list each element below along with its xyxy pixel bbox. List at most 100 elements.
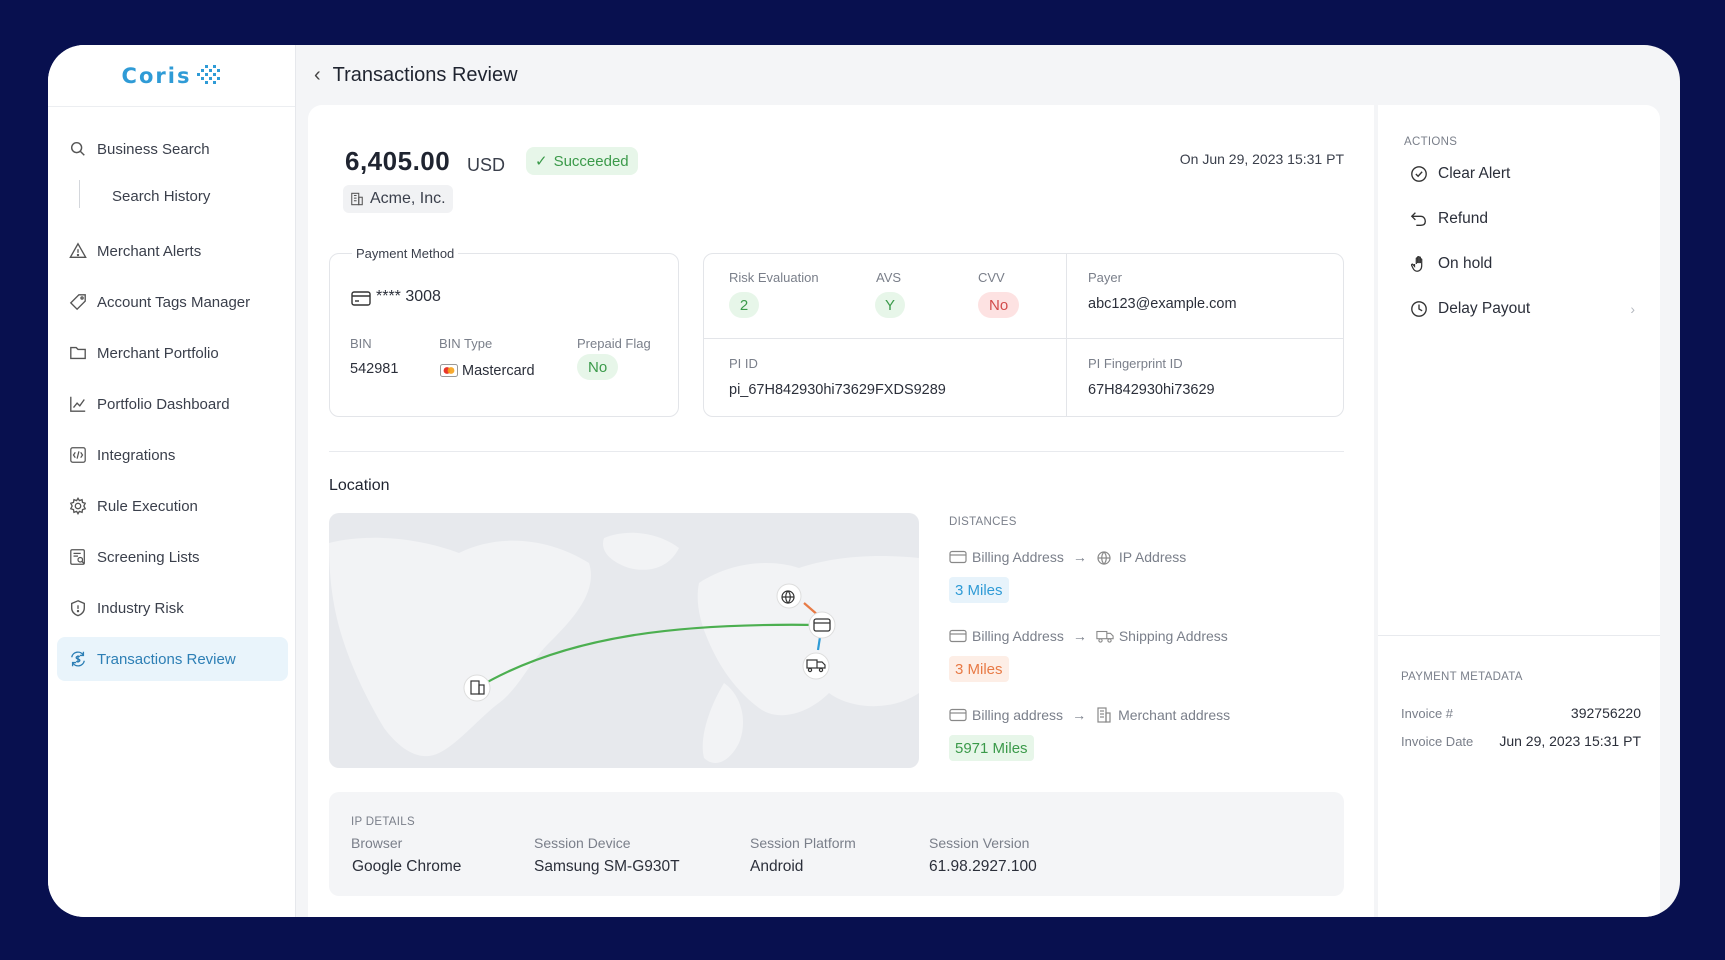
tag-icon: [69, 293, 87, 311]
session-device-value: Samsung SM-G930T: [534, 858, 680, 875]
pi-fingerprint-label: PI Fingerprint ID: [1088, 356, 1183, 371]
pi-fingerprint-value: 67H842930hi73629: [1088, 382, 1215, 398]
distances-heading: DISTANCES: [949, 516, 1017, 528]
sidebar-item-label: Merchant Portfolio: [97, 344, 219, 362]
company-chip[interactable]: Acme, Inc.: [343, 185, 453, 213]
top-bar: ‹ Transactions Review: [296, 45, 1680, 105]
pi-id-label: PI ID: [729, 356, 758, 371]
distance-from: Billing address: [972, 707, 1064, 723]
action-label: On hold: [1438, 255, 1493, 272]
sidebar-item-label: Industry Risk: [97, 599, 184, 617]
distance-to: Merchant address: [1118, 707, 1231, 723]
sidebar-item-search-history[interactable]: Search History: [57, 178, 288, 215]
bin-label: BIN: [350, 336, 372, 351]
sidebar-item-label: Transactions Review: [97, 650, 236, 668]
distance-miles-shipping: 3 Miles: [949, 656, 1009, 682]
refund-button[interactable]: Refund: [1410, 210, 1635, 228]
divider: [329, 451, 1344, 452]
undo-icon: [1410, 212, 1426, 226]
truck-icon: [1096, 630, 1114, 643]
sidebar-nav: Business Search Search History Merchant …: [48, 127, 296, 688]
divider: [1066, 254, 1067, 416]
chevron-right-icon: ›: [1630, 301, 1635, 317]
sidebar-item-account-tags-manager[interactable]: Account Tags Manager: [57, 280, 288, 324]
session-version-value: 61.98.2927.100: [929, 858, 1037, 875]
session-platform-label: Session Platform: [750, 835, 856, 851]
payment-metadata-heading: PAYMENT METADATA: [1401, 671, 1523, 683]
risk-details-card: Risk Evaluation 2 AVS Y CVV No Payer abc…: [703, 253, 1344, 417]
distance-from: Billing Address: [972, 628, 1064, 644]
distance-row-ip: Billing Address → IP Address: [949, 549, 1186, 565]
sidebar-item-label: Integrations: [97, 446, 176, 464]
avs-label: AVS: [876, 270, 902, 285]
page-title: Transactions Review: [332, 63, 518, 86]
ip-details-heading: IP DETAILS: [351, 816, 415, 828]
chevron-left-icon[interactable]: ‹: [314, 64, 321, 87]
sidebar-item-transactions-review[interactable]: Transactions Review: [57, 637, 288, 681]
sidebar-item-label: Business Search: [97, 140, 210, 158]
sidebar-item-merchant-alerts[interactable]: Merchant Alerts: [57, 229, 288, 273]
action-label: Delay Payout: [1438, 300, 1531, 317]
sidebar-item-label: Search History: [112, 188, 211, 205]
payment-method-title: Payment Method: [352, 246, 459, 261]
distance-to: Shipping Address: [1118, 628, 1228, 644]
folder-icon: [69, 344, 87, 362]
distance-miles-merchant: 5971 Miles: [949, 735, 1034, 761]
location-map[interactable]: [329, 513, 919, 768]
browser-value: Google Chrome: [352, 858, 462, 875]
code-icon: [69, 446, 87, 464]
invoice-number-value: 392756220: [1570, 705, 1641, 721]
sidebar-item-business-search[interactable]: Business Search: [57, 127, 288, 171]
delay-payout-button[interactable]: Delay Payout ›: [1410, 300, 1635, 318]
sidebar-item-label: Screening Lists: [97, 548, 200, 566]
risk-evaluation-badge: 2: [729, 292, 759, 318]
clock-icon: [1411, 301, 1427, 317]
transaction-date: On Jun 29, 2023 15:31 PT: [1179, 151, 1344, 167]
clear-alert-button[interactable]: Clear Alert: [1410, 165, 1635, 183]
bin-type-label: BIN Type: [439, 336, 493, 351]
session-platform-value: Android: [750, 858, 804, 875]
sidebar-item-label: Merchant Alerts: [97, 242, 202, 260]
action-label: Clear Alert: [1438, 165, 1511, 182]
actions-panel: ACTIONS Clear Alert Refund On hold Delay…: [1378, 105, 1660, 917]
gear-icon: [69, 497, 87, 515]
sidebar-item-merchant-portfolio[interactable]: Merchant Portfolio: [57, 331, 288, 375]
status-text: Succeeded: [553, 152, 629, 170]
sidebar-item-industry-risk[interactable]: Industry Risk: [57, 586, 288, 630]
sidebar: Coris Business Search Search History Mer…: [48, 45, 296, 917]
cvv-label: CVV: [978, 270, 1005, 285]
invoice-date-value: Jun 29, 2023 15:31 PT: [1499, 733, 1641, 749]
distance-row-merchant: Billing address → Merchant address: [949, 707, 1230, 723]
sidebar-item-screening-lists[interactable]: Screening Lists: [57, 535, 288, 579]
credit-card-icon: [351, 291, 371, 306]
arrow-right-icon: →: [1072, 549, 1087, 565]
search-icon: [69, 140, 87, 158]
session-version-label: Session Version: [929, 835, 1030, 851]
credit-card-icon: [949, 629, 967, 643]
prepaid-flag-badge: No: [577, 354, 619, 380]
mastercard-icon: [440, 364, 458, 377]
location-title: Location: [329, 477, 390, 494]
logo[interactable]: Coris: [48, 45, 295, 107]
sidebar-item-integrations[interactable]: Integrations: [57, 433, 288, 477]
transaction-amount: 6,405.00: [345, 146, 451, 176]
sidebar-item-portfolio-dashboard[interactable]: Portfolio Dashboard: [57, 382, 288, 426]
sidebar-item-label: Portfolio Dashboard: [97, 395, 230, 413]
actions-heading: ACTIONS: [1404, 136, 1458, 148]
logo-mark-icon: [197, 64, 221, 84]
list-search-icon: [69, 548, 87, 566]
invoice-date-label: Invoice Date: [1401, 734, 1474, 749]
ip-details-box: IP DETAILS Browser Google Chrome Session…: [329, 792, 1344, 896]
payer-value: abc123@example.com: [1088, 296, 1237, 312]
status-badge: ✓ Succeeded: [526, 147, 638, 175]
dollar-cycle-icon: [69, 650, 87, 668]
bin-type-value: Mastercard: [462, 363, 535, 379]
arrow-right-icon: →: [1072, 628, 1087, 644]
company-name: Acme, Inc.: [370, 190, 446, 207]
sidebar-item-label: Account Tags Manager: [97, 293, 251, 311]
distance-from: Billing Address: [972, 549, 1064, 565]
on-hold-button[interactable]: On hold: [1410, 255, 1635, 273]
credit-card-icon: [949, 550, 967, 564]
logo-text: Coris: [121, 63, 192, 88]
sidebar-item-rule-execution[interactable]: Rule Execution: [57, 484, 288, 528]
